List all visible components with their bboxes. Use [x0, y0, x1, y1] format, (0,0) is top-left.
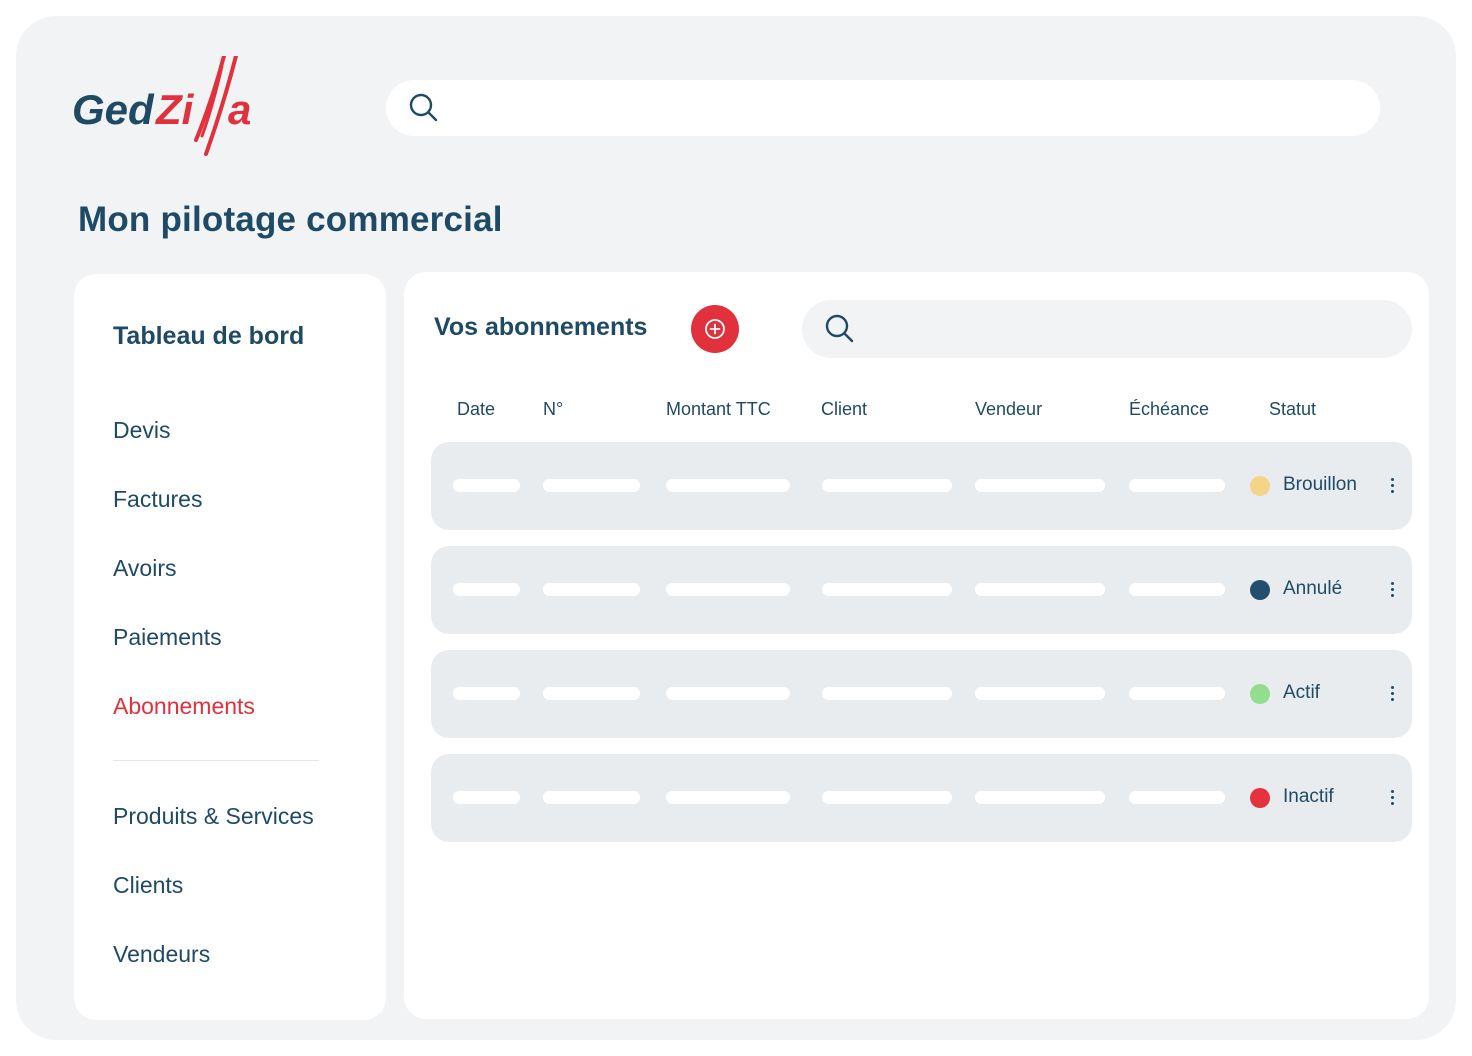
app-frame: Ged Zi a Mon pilotage commercial Tableau…: [16, 16, 1456, 1040]
placeholder-seller: [975, 687, 1105, 700]
placeholder-number: [543, 479, 640, 492]
status-label: Inactif: [1283, 786, 1334, 807]
table-row[interactable]: Inactif: [431, 754, 1412, 842]
sidebar-item-avoirs[interactable]: Avoirs: [113, 555, 177, 582]
global-search-input[interactable]: [456, 80, 1256, 138]
sidebar-heading-dashboard[interactable]: Tableau de bord: [113, 322, 304, 351]
placeholder-client: [822, 687, 952, 700]
more-vertical-icon[interactable]: [1381, 474, 1403, 498]
logo-text-zi: Zi: [155, 86, 195, 133]
sidebar-item-clients[interactable]: Clients: [113, 872, 183, 899]
placeholder-amount: [666, 583, 790, 596]
status-dot: [1250, 580, 1270, 600]
add-subscription-button[interactable]: [691, 305, 739, 353]
status-dot: [1250, 788, 1270, 808]
placeholder-due-date: [1129, 479, 1225, 492]
more-vertical-icon[interactable]: [1381, 682, 1403, 706]
sidebar: Tableau de bord Devis Factures Avoirs Pa…: [74, 274, 386, 1020]
status-label: Brouillon: [1283, 474, 1357, 495]
placeholder-amount: [666, 687, 790, 700]
more-vertical-icon[interactable]: [1381, 786, 1403, 810]
placeholder-number: [543, 791, 640, 804]
table-row[interactable]: Actif: [431, 650, 1412, 738]
plus-circle-icon: [705, 319, 725, 339]
status-dot: [1250, 476, 1270, 496]
placeholder-due-date: [1129, 583, 1225, 596]
search-icon[interactable]: [408, 92, 440, 129]
placeholder-date: [453, 583, 520, 596]
logo-text-a: a: [228, 86, 251, 133]
table-row[interactable]: Annulé: [431, 546, 1412, 634]
sidebar-divider: [113, 760, 319, 761]
logo-graphic: Ged Zi a: [72, 56, 251, 156]
column-header-client[interactable]: Client: [821, 399, 867, 420]
global-search-bar[interactable]: [386, 80, 1380, 138]
sidebar-item-produits-services[interactable]: Produits & Services: [113, 803, 314, 830]
status-label: Annulé: [1283, 578, 1343, 599]
panel-title: Vos abonnements: [434, 313, 648, 341]
placeholder-number: [543, 583, 640, 596]
column-header-seller[interactable]: Vendeur: [975, 399, 1042, 420]
column-header-amount[interactable]: Montant TTC: [666, 399, 771, 420]
status-label: Actif: [1283, 682, 1320, 703]
placeholder-due-date: [1129, 687, 1225, 700]
more-vertical-icon[interactable]: [1381, 578, 1403, 602]
page-title: Mon pilotage commercial: [78, 200, 503, 239]
sidebar-item-abonnements[interactable]: Abonnements: [113, 693, 255, 720]
placeholder-client: [822, 583, 952, 596]
column-header-number[interactable]: N°: [543, 399, 563, 420]
placeholder-date: [453, 791, 520, 804]
table-row[interactable]: Brouillon: [431, 442, 1412, 530]
column-header-date[interactable]: Date: [457, 399, 495, 420]
placeholder-date: [453, 479, 520, 492]
placeholder-client: [822, 791, 952, 804]
subscriptions-search-bar[interactable]: [802, 300, 1412, 360]
placeholder-seller: [975, 479, 1105, 492]
sidebar-item-vendeurs[interactable]: Vendeurs: [113, 941, 210, 968]
sidebar-item-factures[interactable]: Factures: [113, 486, 202, 513]
placeholder-seller: [975, 583, 1105, 596]
sidebar-item-devis[interactable]: Devis: [113, 417, 171, 444]
placeholder-seller: [975, 791, 1105, 804]
column-header-status[interactable]: Statut: [1269, 399, 1316, 420]
placeholder-number: [543, 687, 640, 700]
placeholder-date: [453, 687, 520, 700]
claw-mark-3: [200, 64, 224, 138]
sidebar-item-paiements[interactable]: Paiements: [113, 624, 222, 651]
placeholder-due-date: [1129, 791, 1225, 804]
column-header-due-date[interactable]: Échéance: [1129, 399, 1209, 420]
search-icon[interactable]: [824, 313, 856, 350]
logo-text-ged: Ged: [72, 86, 155, 133]
placeholder-amount: [666, 479, 790, 492]
placeholder-amount: [666, 791, 790, 804]
subscriptions-search-input[interactable]: [872, 300, 1364, 360]
placeholder-client: [822, 479, 952, 492]
gedzilla-logo[interactable]: Ged Zi a: [72, 56, 272, 166]
status-dot: [1250, 684, 1270, 704]
subscriptions-panel: Vos abonnements Date N° Montant TTC Clie…: [404, 272, 1429, 1019]
